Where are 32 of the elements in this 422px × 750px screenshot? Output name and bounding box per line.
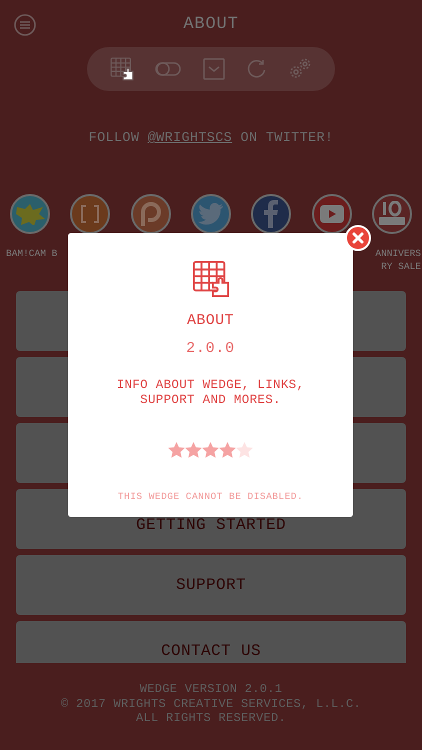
grid-puzzle-icon: [192, 260, 230, 298]
dialog-description: INFO ABOUT WEDGE, LINKS, SUPPORT AND MORES.: [116, 378, 306, 408]
footer-text: © 2017 WRIGHTS CREATIVE SERVICES, L.L.C.: [60, 696, 362, 712]
star-icon: [202, 442, 219, 458]
twitter-handle-link[interactable]: @WRIGHTSCS: [148, 131, 232, 146]
facebook-icon[interactable]: [251, 194, 292, 234]
footer-text: ALL RIGHTS RESERVED.: [136, 711, 286, 726]
dialog-note: THIS WEDGE CANNOT BE DISABLED.: [118, 490, 304, 504]
refresh-icon[interactable]: [246, 59, 267, 79]
menu-button[interactable]: SUPPORT: [16, 555, 406, 616]
app-label: ANNIVERS RY SALE: [375, 247, 422, 274]
app-label: BAM!CAM B: [5, 247, 58, 262]
star-icon: [236, 442, 253, 458]
menu-button[interactable]: CONTACT US: [16, 621, 406, 664]
youtube-icon[interactable]: [312, 194, 352, 234]
toggle-icon[interactable]: [155, 62, 182, 76]
patreon-icon[interactable]: [130, 194, 171, 234]
twitter-bird-icon[interactable]: [190, 194, 231, 234]
gears-icon[interactable]: [288, 58, 312, 80]
footer-text: WEDGE VERSION 2.0.1: [140, 682, 282, 697]
follow-text: FOLLOW @WRIGHTSCS ON TWITTER!: [88, 130, 334, 148]
star-icon: [185, 442, 202, 458]
star-icon: [219, 442, 236, 458]
dialog-version: 2.0.0: [186, 338, 235, 358]
grid-puzzle-icon: [110, 57, 134, 81]
menu-icon[interactable]: [14, 14, 36, 36]
close-icon: [352, 232, 364, 244]
star-icon: [168, 442, 185, 458]
close-button[interactable]: [345, 225, 371, 251]
checkbox-icon[interactable]: [202, 58, 225, 80]
page-title: ABOUT: [183, 14, 239, 36]
dialog-title: ABOUT: [187, 311, 234, 331]
